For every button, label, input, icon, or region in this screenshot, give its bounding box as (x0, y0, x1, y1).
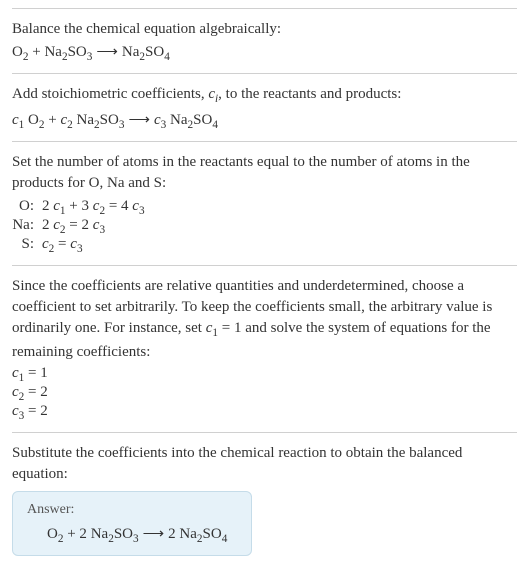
section-solve: Since the coefficients are relative quan… (12, 265, 517, 432)
arrow-icon: ⟶ (124, 112, 154, 128)
product-1: Na2SO4 (122, 44, 170, 60)
atom-label: S: (12, 236, 42, 253)
coeff-c3: c3 = 2 (12, 403, 517, 422)
solve-intro: Since the coefficients are relative quan… (12, 276, 517, 363)
ci-symbol: ci (208, 86, 218, 102)
problem-intro: Balance the chemical equation algebraica… (12, 19, 517, 40)
answer-label: Answer: (27, 502, 237, 518)
stoich-equation: c1 O2 + c2 Na2SO3⟶c3 Na2SO4 (12, 110, 517, 131)
atom-row-s: S: c2 = c3 (12, 236, 517, 255)
section-atoms: Set the number of atoms in the reactants… (12, 141, 517, 265)
atom-label: Na: (12, 217, 42, 234)
atom-row-o: O: 2 c1 + 3 c2 = 4 c3 (12, 198, 517, 217)
atom-equation: c2 = c3 (42, 236, 517, 255)
coeff-c1: c1 = 1 (12, 365, 517, 384)
section-answer: Substitute the coefficients into the che… (12, 432, 517, 566)
answer-intro: Substitute the coefficients into the che… (12, 443, 517, 485)
atom-equation: 2 c1 + 3 c2 = 4 c3 (42, 198, 517, 217)
answer-box: Answer: O2 + 2 Na2SO3⟶2 Na2SO4 (12, 491, 252, 556)
atom-row-na: Na: 2 c2 = 2 c3 (12, 217, 517, 236)
problem-equation: O2 + Na2SO3⟶Na2SO4 (12, 42, 517, 63)
arrow-icon: ⟶ (92, 44, 122, 60)
arrow-icon: ⟶ (139, 526, 169, 542)
reactant-2: Na2SO3 (44, 44, 92, 60)
coeff-list: c1 = 1 c2 = 2 c3 = 2 (12, 365, 517, 422)
atoms-intro: Set the number of atoms in the reactants… (12, 152, 517, 194)
section-problem: Balance the chemical equation algebraica… (12, 8, 517, 73)
coeff-c2: c2 = 2 (12, 384, 517, 403)
atom-equation: 2 c2 = 2 c3 (42, 217, 517, 236)
atoms-table: O: 2 c1 + 3 c2 = 4 c3 Na: 2 c2 = 2 c3 S:… (12, 198, 517, 255)
atom-label: O: (12, 198, 42, 215)
answer-equation: O2 + 2 Na2SO3⟶2 Na2SO4 (27, 524, 237, 545)
reactant-1: O2 (12, 44, 28, 60)
stoich-intro: Add stoichiometric coefficients, ci, to … (12, 84, 517, 108)
section-stoichiometric: Add stoichiometric coefficients, ci, to … (12, 73, 517, 141)
